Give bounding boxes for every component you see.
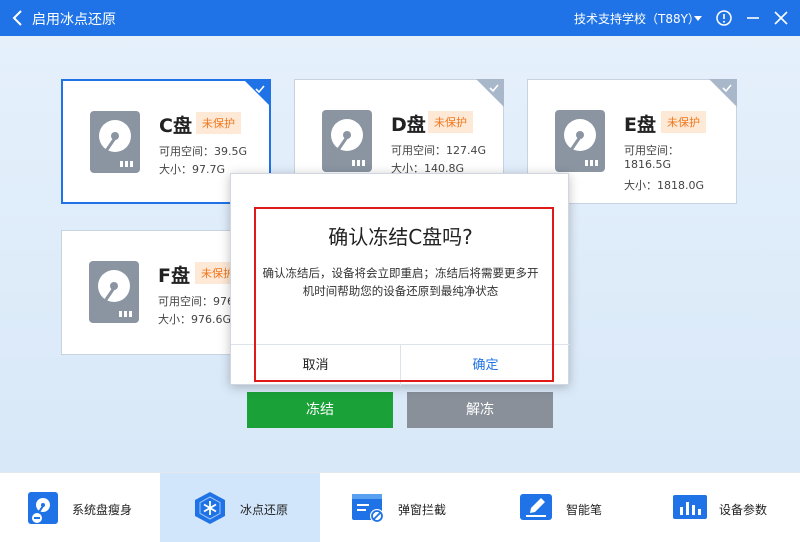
disk-slim-icon <box>28 492 58 524</box>
disk-free-space-value: 1816.5G <box>624 158 672 171</box>
hard-disk-icon <box>90 111 140 173</box>
cancel-button[interactable]: 取消 <box>231 345 400 386</box>
hard-disk-icon <box>555 110 605 172</box>
disk-size: 大小：1818.0G <box>624 179 705 192</box>
hard-disk-icon <box>89 261 139 323</box>
disk-size: 大小：97.7G <box>159 163 226 176</box>
nav-label: 冰点还原 <box>240 503 289 517</box>
dialog-message: 确认冻结后，设备将会立即重启；冻结后将需要更多开机时间帮助您的设备还原到最纯净状… <box>262 266 539 298</box>
checkmark-icon <box>722 84 732 93</box>
bottom-nav: 系统盘瘦身 冰点还原 弹窗拦截 智能笔 设备参数 <box>0 472 800 542</box>
freeze-button[interactable]: 冻结 <box>247 392 393 428</box>
dropdown-arrow-icon[interactable] <box>688 8 708 28</box>
info-icon[interactable] <box>714 8 734 28</box>
close-icon[interactable] <box>771 8 791 28</box>
confirm-button[interactable]: 确定 <box>401 345 570 386</box>
nav-label: 弹窗拦截 <box>398 503 447 517</box>
disk-free-space: 可用空间：127.4G <box>391 144 487 157</box>
title-bar: 启用冰点还原 技术支持学校（T88Y） <box>0 0 800 36</box>
back-arrow-icon[interactable] <box>8 8 28 28</box>
checkmark-icon <box>255 85 265 94</box>
disk-free-space: 可用空间：976 <box>158 295 234 308</box>
popup-block-icon <box>352 494 384 523</box>
snowflake-hexagon-icon <box>195 492 225 524</box>
nav-item-popup-block[interactable]: 弹窗拦截 <box>320 473 480 542</box>
nav-item-disk-slim[interactable]: 系统盘瘦身 <box>0 473 160 542</box>
disk-free-space: 可用空间： <box>624 144 679 157</box>
nav-label: 系统盘瘦身 <box>72 503 133 517</box>
device-params-icon <box>673 495 707 519</box>
nav-item-smart-pen[interactable]: 智能笔 <box>480 473 640 542</box>
disk-name: D盘 <box>391 114 426 136</box>
school-account[interactable]: 技术支持学校（T88Y） <box>574 10 700 27</box>
nav-label: 智能笔 <box>566 503 603 517</box>
disk-name: F盘 <box>158 265 190 287</box>
disk-size: 大小：976.6G <box>158 313 232 326</box>
status-badge: 未保护 <box>428 111 473 133</box>
minimize-icon[interactable] <box>743 8 763 28</box>
nav-item-device-params[interactable]: 设备参数 <box>640 473 800 542</box>
unfreeze-button[interactable]: 解冻 <box>407 392 553 428</box>
dialog-title: 确认冻结C盘吗? <box>328 225 473 249</box>
disk-name: C盘 <box>159 115 192 137</box>
nav-item-freeze-restore[interactable]: 冰点还原 <box>160 473 320 542</box>
confirm-freeze-dialog: 确认冻结C盘吗? 确认冻结后，设备将会立即重启；冻结后将需要更多开机时间帮助您的… <box>230 173 570 386</box>
disk-free-space: 可用空间：39.5G <box>159 145 248 158</box>
checkmark-icon <box>489 84 499 93</box>
nav-label: 设备参数 <box>719 503 768 517</box>
status-badge: 未保护 <box>196 112 241 134</box>
disk-name: E盘 <box>624 114 656 136</box>
status-badge: 未保护 <box>661 111 706 133</box>
window-title: 启用冰点还原 <box>32 12 116 28</box>
hard-disk-icon <box>322 110 372 172</box>
smart-pen-icon <box>520 494 552 520</box>
